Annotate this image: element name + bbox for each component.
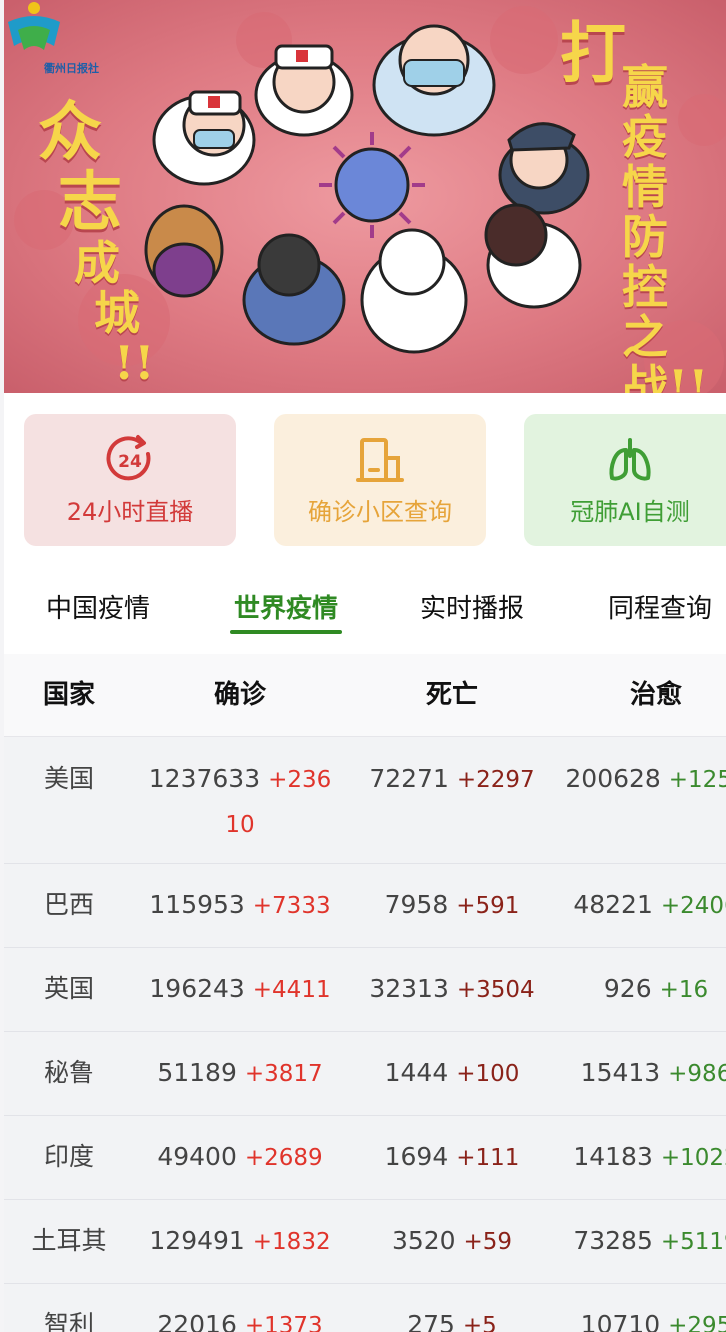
table-row[interactable]: 印度 49400 +2689 1694 +111 14183 +1022	[4, 1115, 726, 1200]
cured-cell: 200628 +1259	[564, 757, 726, 802]
deaths-increase: +111	[456, 1145, 520, 1171]
deaths-cell: 275 +5	[354, 1303, 550, 1332]
confirmed-cell: 22016 +1373	[142, 1303, 338, 1332]
card-label: 24小时直播	[66, 497, 194, 526]
confirmed-cell: 51189 +3817	[157, 1058, 323, 1087]
district-query-card[interactable]: 确诊小区查询	[274, 414, 486, 546]
cured-cell: 15413 +986	[564, 1051, 726, 1096]
deaths-cell: 72271 +2297	[369, 764, 535, 793]
cured-increase: +986	[668, 1061, 726, 1087]
confirmed-cell: 115953 +7333	[149, 890, 331, 919]
tab-live-report[interactable]: 实时播报	[416, 572, 528, 638]
banner-slogan-right-head: 打	[560, 14, 626, 92]
country-table[interactable]: 美国 1237633 +23610 72271 +2297 200628 +12…	[4, 737, 726, 1332]
header-country[interactable]: 国家	[8, 654, 130, 736]
deaths-increase: +3504	[456, 977, 535, 1003]
cured-cell: 14183 +1022	[564, 1135, 726, 1180]
confirmed-increase: +1373	[244, 1313, 323, 1332]
cured-cell: 10710 +295	[564, 1303, 726, 1332]
hero-banner[interactable]: 衢州日报社 众 志 成 城 !! 打 赢疫情防控之战!!	[4, 0, 726, 393]
clock-24-icon: 24	[106, 434, 151, 480]
live-24h-card[interactable]: 24 24小时直播	[24, 414, 236, 546]
tab-bar: 中国疫情 世界疫情 实时播报 同程查询	[0, 572, 726, 638]
table-row[interactable]: 土耳其 129491 +1832 3520 +59 73285 +5119	[4, 1199, 726, 1284]
confirmed-cell: 129491 +1832	[149, 1226, 331, 1255]
cured-cell: 73285 +5119	[564, 1219, 726, 1264]
svg-text:24: 24	[118, 452, 142, 472]
tab-trip-query[interactable]: 同程查询	[604, 572, 716, 638]
country-name: 土耳其	[31, 1226, 107, 1255]
country-name: 英国	[43, 974, 94, 1003]
building-icon	[356, 437, 404, 482]
country-name: 智利	[43, 1310, 94, 1332]
cured-increase: +1022	[660, 1145, 726, 1171]
country-name: 印度	[43, 1142, 94, 1171]
banner-slogan-left: 众 志 成 城 !!	[38, 95, 155, 390]
banner-slogan-right: 赢疫情防控之战!!	[622, 60, 709, 393]
confirmed-increase: +1832	[252, 1229, 331, 1255]
table-row[interactable]: 智利 22016 +1373 275 +5 10710 +295	[4, 1283, 726, 1332]
deaths-increase: +2297	[456, 767, 535, 793]
deaths-cell: 7958 +591	[384, 890, 520, 919]
country-name: 秘鲁	[43, 1058, 94, 1087]
confirmed-cell: 196243 +4411	[149, 974, 331, 1003]
country-name: 美国	[43, 764, 94, 793]
deaths-increase: +59	[463, 1229, 513, 1255]
cured-increase: +1259	[668, 767, 726, 793]
cured-increase: +295	[668, 1313, 726, 1332]
tab-world[interactable]: 世界疫情	[230, 572, 342, 638]
confirmed-increase: +3817	[244, 1061, 323, 1087]
deaths-cell: 32313 +3504	[369, 974, 535, 1003]
deaths-increase: +5	[462, 1313, 497, 1332]
deaths-increase: +591	[456, 893, 520, 919]
cured-cell: 926 +16	[603, 974, 709, 1003]
table-row[interactable]: 英国 196243 +4411 32313 +3504 926 +16	[4, 947, 726, 1032]
quick-actions: 24 24小时直播 确诊小区查询 冠肺AI自测	[24, 414, 726, 546]
deaths-increase: +100	[456, 1061, 520, 1087]
logo-text: 衢州日报社	[44, 62, 99, 75]
table-row[interactable]: 美国 1237633 +23610 72271 +2297 200628 +12…	[4, 737, 726, 864]
header-deaths[interactable]: 死亡	[354, 654, 550, 736]
deaths-cell: 1694 +111	[384, 1142, 520, 1171]
header-cured[interactable]: 治愈	[564, 654, 726, 736]
ai-selftest-card[interactable]: 冠肺AI自测	[524, 414, 726, 546]
country-name: 巴西	[43, 890, 94, 919]
cured-increase: +5119	[660, 1229, 726, 1255]
cured-increase: +2406	[660, 893, 726, 919]
confirmed-increase: +4411	[252, 977, 331, 1003]
cured-cell: 48221 +2406	[564, 883, 726, 928]
tab-china[interactable]: 中国疫情	[42, 572, 154, 638]
lungs-icon	[609, 437, 651, 480]
card-label: 冠肺AI自测	[570, 497, 690, 526]
cured-increase: +16	[659, 977, 709, 1003]
confirmed-cell: 1237633 +23610	[148, 764, 332, 838]
header-confirmed[interactable]: 确诊	[142, 654, 338, 736]
deaths-cell: 1444 +100	[384, 1058, 520, 1087]
card-label: 确诊小区查询	[308, 497, 452, 526]
table-row[interactable]: 巴西 115953 +7333 7958 +591 48221 +2406	[4, 863, 726, 948]
deaths-cell: 3520 +59	[391, 1226, 513, 1255]
newspaper-logo-icon	[8, 2, 60, 50]
table-header: 国家 确诊 死亡 治愈	[4, 654, 726, 737]
confirmed-increase: +7333	[252, 893, 331, 919]
table-row[interactable]: 秘鲁 51189 +3817 1444 +100 15413 +986	[4, 1031, 726, 1116]
confirmed-cell: 49400 +2689	[157, 1142, 323, 1171]
confirmed-increase: +2689	[244, 1145, 323, 1171]
page-edge	[0, 0, 4, 1332]
